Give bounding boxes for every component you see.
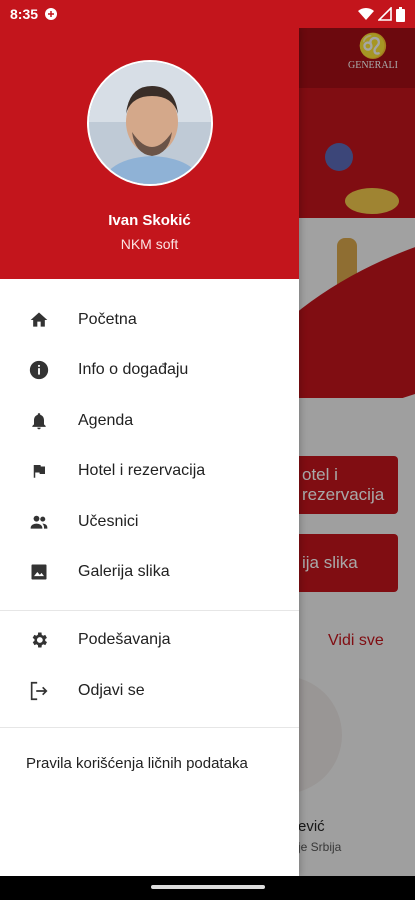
menu-item-galerija[interactable]: Galerija slika — [0, 547, 299, 597]
home-gesture-handle[interactable] — [151, 885, 265, 889]
menu-item-ucesnici[interactable]: Učesnici — [0, 497, 299, 547]
menu-item-label: Učesnici — [78, 513, 139, 530]
menu-item-label: Odjavi se — [78, 682, 145, 699]
privacy-policy-link[interactable]: Pravila korišćenja ličnih podataka — [26, 753, 266, 774]
menu-item-label: Agenda — [78, 412, 134, 429]
menu-item-label: Info o događaju — [78, 361, 189, 378]
wifi-icon — [358, 7, 374, 21]
bell-icon — [27, 409, 51, 433]
info-icon — [27, 358, 51, 382]
user-name: Ivan Skokić — [108, 212, 191, 229]
user-avatar[interactable] — [87, 60, 213, 186]
flag-icon — [27, 459, 51, 483]
menu-item-hotel[interactable]: Hotel i rezervacija — [0, 446, 299, 496]
logout-icon — [27, 679, 51, 703]
sync-icon — [45, 8, 58, 20]
system-nav-bar — [0, 876, 415, 900]
status-bar: 8:35 — [0, 0, 415, 28]
user-company: NKM soft — [120, 236, 179, 252]
menu-divider — [0, 610, 299, 611]
menu-item-pocetna[interactable]: Početna — [0, 295, 299, 345]
menu-item-info[interactable]: Info o događaju — [0, 345, 299, 395]
menu-item-label: Galerija slika — [78, 563, 170, 580]
menu-item-odjavi[interactable]: Odjavi se — [0, 666, 299, 716]
status-time: 8:35 — [10, 6, 39, 22]
home-icon — [27, 308, 51, 332]
menu-item-podesavanja[interactable]: Podešavanja — [0, 615, 299, 665]
menu-divider — [0, 727, 299, 728]
image-icon — [27, 560, 51, 584]
people-icon — [27, 510, 51, 534]
signal-icon — [378, 7, 392, 21]
menu-item-label: Hotel i rezervacija — [78, 462, 206, 479]
navigation-drawer: Ivan Skokić NKM soft Početna Info o doga… — [0, 28, 299, 876]
gear-icon — [27, 628, 51, 652]
battery-icon — [396, 6, 405, 22]
menu-item-label: Početna — [78, 311, 137, 328]
menu-item-label: Podešavanja — [78, 631, 171, 648]
menu-item-agenda[interactable]: Agenda — [0, 396, 299, 446]
drawer-header: Ivan Skokić NKM soft — [0, 28, 299, 279]
